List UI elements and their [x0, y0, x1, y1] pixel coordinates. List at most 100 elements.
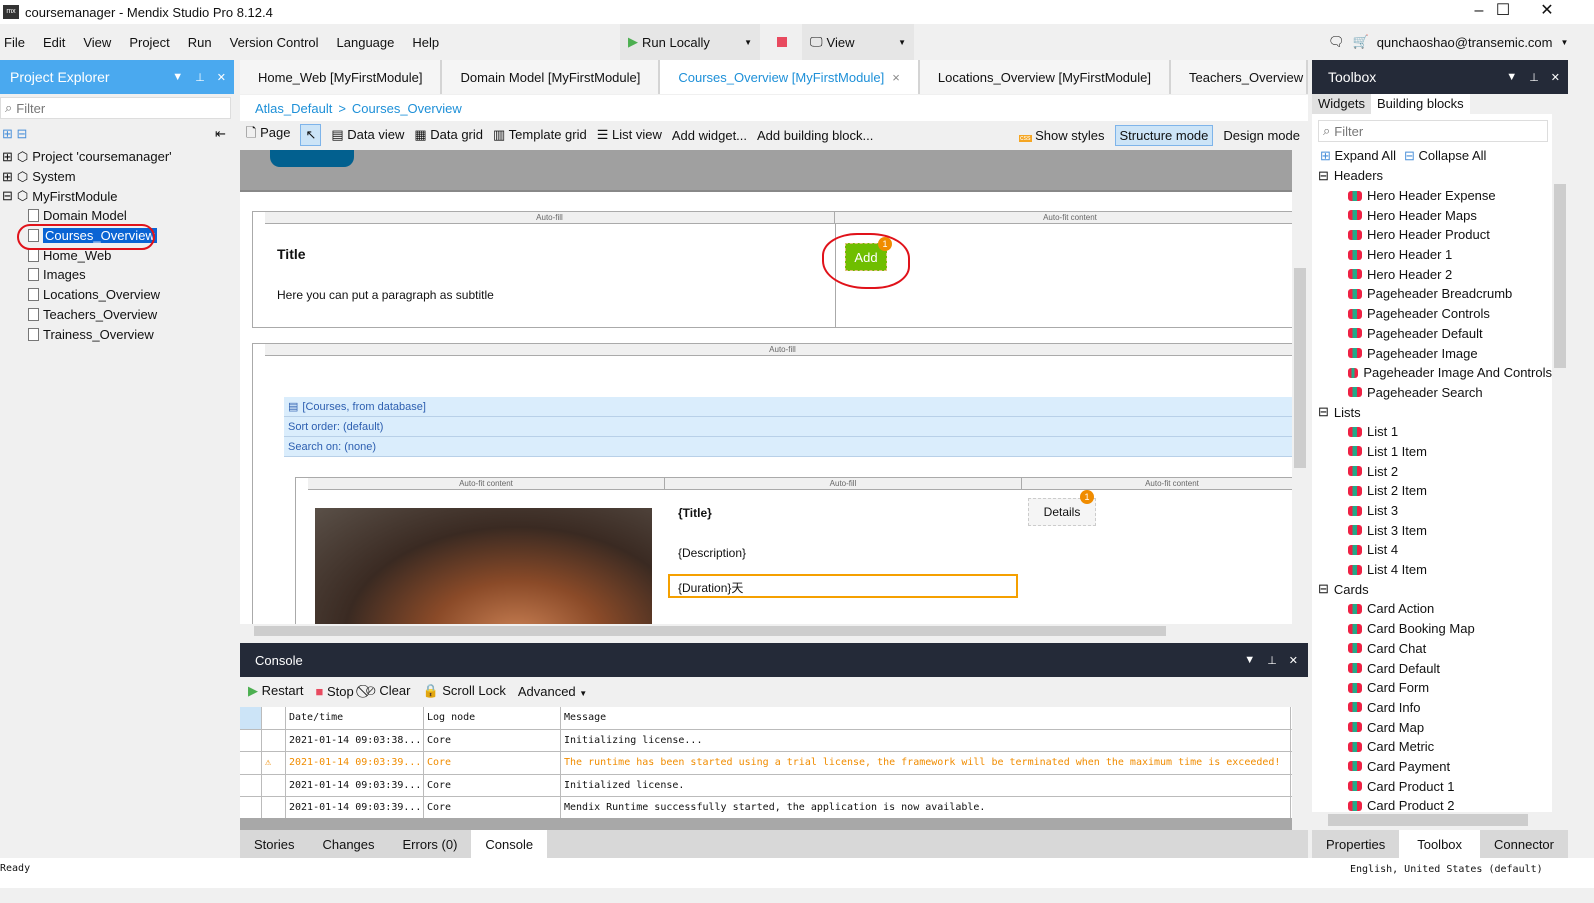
- expand-collapse-buttons[interactable]: ⊞ ⊟: [2, 126, 27, 142]
- toolbox-item[interactable]: Pageheader Breadcrumb: [1312, 284, 1552, 304]
- tree-item[interactable]: ⊞ ⬡ System: [0, 167, 234, 187]
- expand-all-button[interactable]: ⊞ Expand All: [1320, 148, 1396, 164]
- toolbox-group-cards[interactable]: ⊟ Cards: [1312, 579, 1552, 599]
- menu-view[interactable]: View: [83, 35, 111, 50]
- close-icon[interactable]: ×: [892, 70, 900, 85]
- pin-icon[interactable]: ⊥: [1267, 654, 1277, 667]
- menu-edit[interactable]: Edit: [43, 35, 65, 50]
- toolbox-item[interactable]: List 4: [1312, 540, 1552, 560]
- editor-tab[interactable]: Teachers_Overview [MyFirstModule]: [1171, 60, 1308, 94]
- advanced-dropdown[interactable]: Advanced ▼: [518, 684, 587, 699]
- toolbox-item[interactable]: Pageheader Image: [1312, 343, 1552, 363]
- toolbox-item[interactable]: Hero Header 2: [1312, 264, 1552, 284]
- collapse-all-button[interactable]: ⊟ Collapse All: [1404, 148, 1486, 164]
- design-mode-button[interactable]: Design mode: [1223, 128, 1300, 143]
- toolbox-item[interactable]: List 3: [1312, 501, 1552, 521]
- toolbox-item[interactable]: List 2 Item: [1312, 481, 1552, 501]
- toolbox-item[interactable]: Hero Header Expense: [1312, 186, 1552, 206]
- menu-file[interactable]: File: [4, 35, 25, 50]
- menu-help[interactable]: Help: [412, 35, 439, 50]
- pin-icon[interactable]: ⊥: [1529, 71, 1539, 84]
- stop-button[interactable]: ■ Stop: [316, 684, 354, 699]
- toolbox-item[interactable]: Card Product 1: [1312, 776, 1552, 796]
- expand-toggle-icon[interactable]: ⊟: [2, 188, 13, 204]
- toolbox-item[interactable]: Card Metric: [1312, 737, 1552, 757]
- list-view-button[interactable]: ☰ List view: [597, 127, 662, 143]
- cart-icon[interactable]: 🛒: [1353, 34, 1369, 50]
- toolbox-item[interactable]: List 1 Item: [1312, 442, 1552, 462]
- toolbox-item[interactable]: Card Default: [1312, 658, 1552, 678]
- project-filter-input[interactable]: ⌕ Filter: [0, 97, 231, 119]
- tab-toolbox[interactable]: Toolbox: [1399, 830, 1481, 858]
- toolbox-item[interactable]: Card Map: [1312, 717, 1552, 737]
- log-row[interactable]: 2021-01-14 09:03:38... Core Initializing l…: [240, 729, 1292, 752]
- toolbox-group-headers[interactable]: ⊟ Headers: [1312, 166, 1552, 186]
- select-pointer-button[interactable]: ↖: [300, 124, 322, 146]
- tab-stories[interactable]: Stories: [240, 830, 308, 858]
- toolbox-scrollbar[interactable]: [1552, 170, 1568, 812]
- close-window-button[interactable]: ✕: [1524, 0, 1570, 22]
- collapse-icon[interactable]: ⊟: [1318, 404, 1329, 420]
- list-view-search[interactable]: Search on: (none): [284, 437, 1292, 457]
- add-building-block-button[interactable]: Add building block...: [757, 128, 873, 143]
- clear-button[interactable]: ⃠⊘ Clear: [366, 683, 411, 699]
- view-button[interactable]: 🖵 View ▼: [802, 24, 914, 60]
- chevron-down-icon[interactable]: ▼: [898, 38, 906, 47]
- stop-icon[interactable]: [777, 37, 787, 47]
- list-view-sort[interactable]: Sort order: (default): [284, 417, 1292, 437]
- chevron-down-icon[interactable]: ▼: [1506, 71, 1517, 84]
- toolbox-item[interactable]: List 4 Item: [1312, 560, 1552, 580]
- log-row[interactable]: 2021-01-14 09:03:39... Core Mendix Runtime…: [240, 797, 1292, 820]
- toolbox-item[interactable]: Pageheader Search: [1312, 383, 1552, 403]
- language-selector[interactable]: English, United States (default): [1350, 864, 1543, 875]
- menu-language[interactable]: Language: [337, 35, 395, 50]
- run-locally-button[interactable]: ▶ Run Locally ▼: [620, 24, 760, 60]
- console-hscrollbar[interactable]: [240, 818, 1292, 830]
- expand-toggle-icon[interactable]: ⊞: [2, 169, 13, 185]
- tab-properties[interactable]: Properties: [1312, 830, 1399, 858]
- tree-item[interactable]: ⊞ ⬡ Project 'coursemanager': [0, 147, 234, 167]
- pin-icon[interactable]: ⊥: [195, 71, 205, 84]
- toolbox-item[interactable]: List 3 Item: [1312, 520, 1552, 540]
- tab-errors-[interactable]: Errors (0): [389, 830, 472, 858]
- chevron-down-icon[interactable]: ▼: [1244, 654, 1255, 667]
- template-grid-button[interactable]: ▥ Template grid: [493, 127, 587, 143]
- scroll-lock-button[interactable]: 🔒 Scroll Lock: [422, 683, 505, 699]
- tab-connector[interactable]: Connector: [1480, 830, 1568, 858]
- close-icon[interactable]: ✕: [217, 71, 226, 84]
- toolbox-item[interactable]: List 1: [1312, 422, 1552, 442]
- editor-tab[interactable]: Home_Web [MyFirstModule]: [240, 60, 443, 94]
- tree-item[interactable]: Trainess_Overview: [0, 324, 234, 344]
- toolbox-item[interactable]: Hero Header 1: [1312, 245, 1552, 265]
- editor-tab[interactable]: Locations_Overview [MyFirstModule]: [919, 60, 1171, 94]
- restart-button[interactable]: ▶ Restart: [248, 683, 304, 699]
- log-row[interactable]: ⚠ 2021-01-14 09:03:39... Core The runtime h…: [240, 752, 1292, 775]
- editor-tab[interactable]: Domain Model [MyFirstModule]: [442, 60, 661, 94]
- chat-icon[interactable]: 🗨: [1328, 34, 1345, 50]
- collapse-icon[interactable]: ⊟: [1318, 581, 1329, 597]
- tab-changes[interactable]: Changes: [308, 830, 388, 858]
- console-scrollbar[interactable]: [1292, 707, 1308, 819]
- tree-item[interactable]: Locations_Overview: [0, 285, 234, 305]
- menu-version-control[interactable]: Version Control: [230, 35, 319, 50]
- toolbox-group-lists[interactable]: ⊟ Lists: [1312, 402, 1552, 422]
- toolbox-item[interactable]: Card Payment: [1312, 757, 1552, 777]
- toolbox-item[interactable]: Card Action: [1312, 599, 1552, 619]
- page-button[interactable]: 🗋 Page: [246, 124, 290, 146]
- toolbox-item[interactable]: Pageheader Default: [1312, 324, 1552, 344]
- sync-icon[interactable]: ⇤: [215, 126, 226, 142]
- close-icon[interactable]: ✕: [1551, 71, 1560, 84]
- toolbox-item[interactable]: Pageheader Controls: [1312, 304, 1552, 324]
- tree-item[interactable]: ⊟ ⬡ MyFirstModule: [0, 186, 234, 206]
- structure-mode-button[interactable]: Structure mode: [1114, 124, 1214, 146]
- toolbox-item[interactable]: Pageheader Image And Controls: [1312, 363, 1552, 383]
- close-icon[interactable]: ✕: [1289, 654, 1298, 667]
- column-header[interactable]: Message: [561, 707, 1291, 729]
- tree-item[interactable]: Domain Model: [0, 206, 234, 226]
- chevron-down-icon[interactable]: ▼: [172, 71, 183, 84]
- toolbox-item[interactable]: Hero Header Maps: [1312, 205, 1552, 225]
- toolbox-item[interactable]: Hero Header Product: [1312, 225, 1552, 245]
- column-header[interactable]: Log node: [424, 707, 561, 729]
- menu-run[interactable]: Run: [188, 35, 212, 50]
- course-duration-field[interactable]: {Duration}天: [668, 574, 1018, 598]
